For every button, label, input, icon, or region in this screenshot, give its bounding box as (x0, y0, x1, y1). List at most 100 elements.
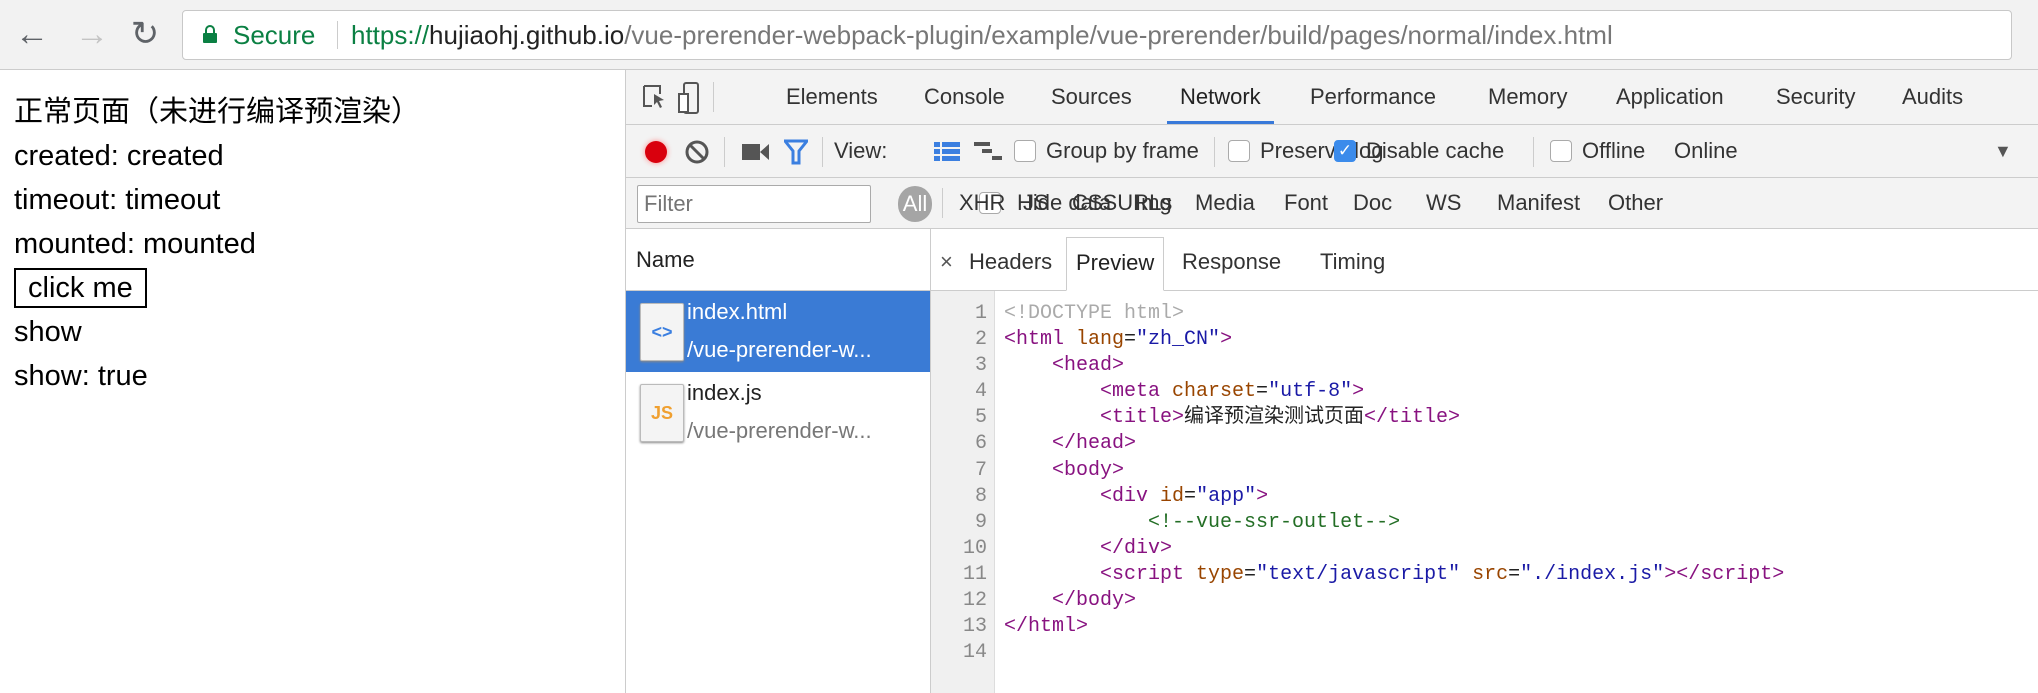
secure-label: Secure (233, 20, 316, 50)
created-text: created: created (14, 140, 224, 172)
line-number: 10 (962, 536, 987, 560)
device-toolbar-icon[interactable] (678, 82, 700, 114)
inspect-element-icon[interactable] (642, 84, 668, 112)
code-token-tag: <script (1100, 562, 1197, 586)
request-name: index.js (687, 380, 762, 405)
code-text: <body> (1004, 458, 1124, 484)
js-file-icon: JS (640, 384, 684, 442)
show-text: show (14, 316, 82, 348)
filter-type-doc[interactable]: Doc (1353, 178, 1392, 228)
code-token-attr: charset (1172, 380, 1257, 404)
offline-checkbox[interactable] (1550, 140, 1572, 162)
forward-button[interactable]: → (72, 14, 112, 54)
filter-icon[interactable] (784, 139, 808, 165)
code-token-tag: > (1256, 484, 1269, 508)
code-token-tag: <div (1100, 484, 1161, 508)
disable-cache-label: Disable cache (1366, 138, 1505, 163)
capture-screenshots-icon[interactable] (742, 143, 770, 161)
address-bar[interactable]: Secure https://hujiaohj.github.io/vue-pr… (182, 10, 2012, 60)
request-path: /vue-prerender-w... (687, 418, 872, 443)
code-text: </div> (1004, 536, 1172, 562)
filter-type-xhr[interactable]: XHR (959, 178, 1005, 228)
code-token-tag: </body> (1052, 589, 1137, 613)
line-number: 9 (974, 510, 987, 534)
devtools-tabbar: Elements Console Sources Network Performance… (626, 70, 2038, 125)
group-by-frame-label: Group by frame (1046, 138, 1199, 163)
back-button[interactable]: ← (12, 14, 52, 54)
code-token-txt: = (1184, 484, 1197, 508)
code-token-tag: </head> (1052, 432, 1137, 456)
tab-security[interactable]: Security (1763, 70, 1868, 124)
code-token-tag: <head> (1052, 354, 1125, 378)
url-scheme: https:// (351, 20, 430, 50)
tab-application[interactable]: Application (1603, 70, 1737, 124)
divider (942, 188, 943, 218)
filter-type-js[interactable]: JS (1023, 178, 1049, 228)
filter-type-font[interactable]: Font (1284, 178, 1328, 228)
request-path: /vue-prerender-w... (687, 337, 872, 362)
name-column-header[interactable]: Name (626, 229, 930, 291)
filter-type-css[interactable]: CSS (1072, 178, 1117, 228)
preview-pane: × Headers Preview Response Timing 1 <!DOC… (931, 229, 2038, 693)
overview-icon[interactable] (974, 142, 1004, 162)
click-me-button[interactable]: click me (14, 268, 147, 308)
code-text: </head> (1004, 431, 1136, 457)
tab-response[interactable]: Response (1173, 237, 1290, 291)
tab-console[interactable]: Console (911, 70, 1018, 124)
filter-type-other[interactable]: Other (1608, 178, 1663, 228)
filter-type-media[interactable]: Media (1195, 178, 1255, 228)
divider (822, 137, 823, 167)
tab-elements[interactable]: Elements (773, 70, 891, 124)
line-number: 12 (962, 589, 987, 613)
filter-input[interactable] (637, 185, 871, 223)
tab-timing[interactable]: Timing (1311, 237, 1394, 291)
preserve-log-label: Preserve log (1260, 138, 1384, 163)
clear-icon[interactable] (684, 139, 710, 165)
code-text: <!DOCTYPE html> (1004, 301, 1184, 327)
tab-preview[interactable]: Preview (1066, 237, 1165, 291)
devtools-panel: Elements Console Sources Network Performance… (625, 70, 2038, 693)
code-token-val: "text/javascript" (1256, 562, 1461, 586)
filter-type-img[interactable]: Img (1135, 178, 1172, 228)
group-by-frame-checkbox[interactable] (1014, 140, 1036, 162)
request-row[interactable]: JS index.js /vue-prerender-w... (626, 372, 930, 453)
tab-network[interactable]: Network (1167, 70, 1274, 124)
tab-sources[interactable]: Sources (1038, 70, 1145, 124)
tab-performance[interactable]: Performance (1297, 70, 1449, 124)
close-detail-button[interactable]: × (931, 237, 962, 291)
tab-headers[interactable]: Headers (960, 237, 1061, 291)
code-token-tag: <title> (1100, 406, 1185, 430)
code-text: <div id="app"> (1004, 484, 1268, 510)
line-number: 3 (974, 354, 987, 378)
code-text: <!--vue-ssr-outlet--> (1004, 510, 1400, 536)
detail-tabs: × Headers Preview Response Timing (931, 229, 2038, 291)
tab-memory[interactable]: Memory (1475, 70, 1580, 124)
offline-label: Offline (1582, 138, 1646, 163)
throttle-select[interactable]: Online (1674, 125, 1738, 177)
line-number: 1 (974, 302, 987, 325)
code-token-tag: <html (1004, 328, 1077, 352)
tab-audits[interactable]: Audits (1889, 70, 1976, 124)
preserve-log-checkbox[interactable] (1228, 140, 1250, 162)
filter-type-all[interactable]: All (898, 186, 932, 222)
record-button[interactable] (645, 141, 667, 163)
code-text: <meta charset="utf-8"> (1004, 379, 1364, 405)
line-number: 7 (974, 458, 987, 482)
filter-type-manifest[interactable]: Manifest (1497, 178, 1580, 228)
url-text[interactable]: https://hujiaohj.github.io/vue-prerender… (351, 11, 1613, 59)
filter-type-ws[interactable]: WS (1426, 178, 1461, 228)
request-row[interactable]: <> index.html /vue-prerender-w... (626, 291, 930, 372)
code-token-tag: > (1220, 328, 1233, 352)
page-heading: 正常页面（未进行编译预渲染） (14, 96, 421, 128)
code-token-val: "app" (1196, 484, 1257, 508)
disable-cache-checkbox[interactable]: ✓ (1334, 140, 1356, 162)
mounted-text: mounted: mounted (14, 228, 256, 260)
large-rows-icon[interactable] (934, 142, 960, 162)
reload-button[interactable]: ↻ (125, 14, 165, 54)
code-token-attr: type (1196, 562, 1245, 586)
throttle-dropdown-icon[interactable]: ▼ (1994, 125, 2012, 177)
